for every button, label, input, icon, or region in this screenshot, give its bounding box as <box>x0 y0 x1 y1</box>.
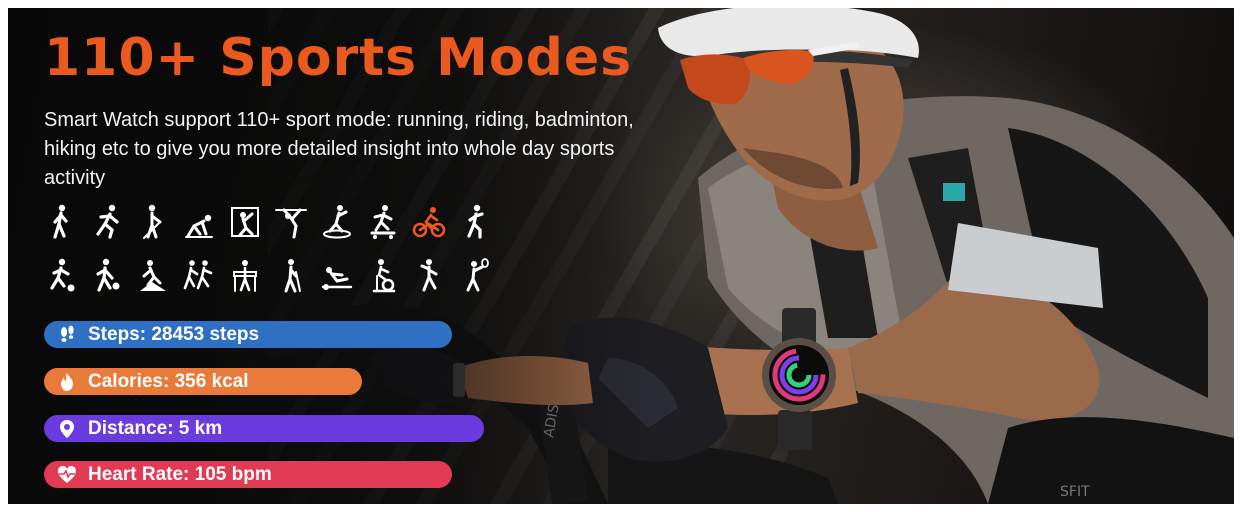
svg-text:SFIT: SFIT <box>1060 484 1090 500</box>
heart-pulse-icon <box>56 464 78 486</box>
steps-label: Steps: 28453 steps <box>88 323 260 345</box>
distance-label: Distance: 5 km <box>88 417 223 439</box>
rowing-icon <box>320 258 354 294</box>
dance-icon <box>412 258 446 294</box>
couple-running-icon <box>182 258 216 294</box>
gymnastics-icon <box>274 204 308 240</box>
nordic-walking-icon <box>274 258 308 294</box>
elliptical-icon <box>320 204 354 240</box>
location-pin-icon <box>56 418 78 440</box>
footprints-icon <box>56 324 78 346</box>
basketball-icon <box>90 258 124 294</box>
tennis-icon <box>458 258 492 294</box>
spinning-icon <box>366 258 400 294</box>
skateboard-icon <box>366 204 400 240</box>
steps-stat: Steps: 28453 steps <box>44 321 452 348</box>
sprint-start-icon <box>182 204 216 240</box>
sport-icons-row-1 <box>44 204 492 240</box>
heart-rate-label: Heart Rate: 105 bpm <box>88 463 272 485</box>
jogging-icon <box>458 204 492 240</box>
product-banner: ADIS <box>8 8 1234 504</box>
calories-label: Calories: 356 kcal <box>88 370 249 392</box>
distance-stat: Distance: 5 km <box>44 415 484 442</box>
running-icon <box>90 204 124 240</box>
heart-rate-stat: Heart Rate: 105 bpm <box>44 461 452 488</box>
cycling-icon <box>412 204 446 240</box>
sport-icons-row-2 <box>44 258 492 294</box>
walker-icon <box>228 258 262 294</box>
calories-stat: Calories: 356 kcal <box>44 368 362 395</box>
soccer-icon <box>44 258 78 294</box>
golf-icon <box>136 204 170 240</box>
walking-icon <box>44 204 78 240</box>
hiking-icon <box>136 258 170 294</box>
flame-icon <box>56 371 78 393</box>
climbing-icon <box>228 204 262 240</box>
banner-description: Smart Watch support 110+ sport mode: run… <box>44 109 634 189</box>
banner-title: 110+ Sports Modes <box>44 28 633 88</box>
